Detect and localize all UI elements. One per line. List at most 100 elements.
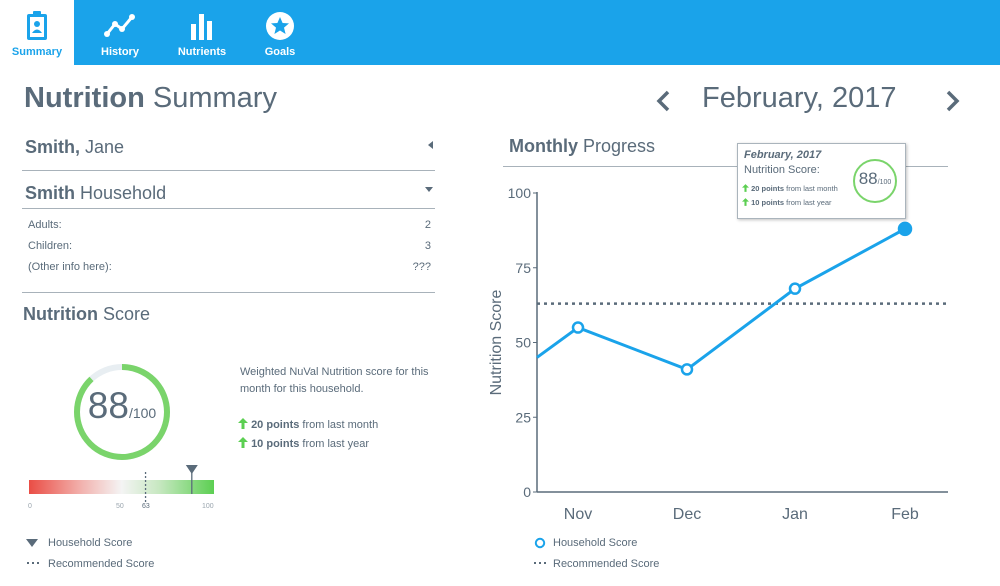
scale-tick-max: 100 (202, 503, 214, 510)
tooltip-delta-month-bold: 20 points (751, 184, 785, 193)
tab-label: History (101, 46, 139, 58)
household-triangle-icon (26, 539, 38, 547)
household-bold: Smith (25, 183, 76, 203)
x-tick-label: Jan (782, 506, 808, 523)
household-row-adults: Adults: 2 (28, 219, 431, 231)
row-label: (Other info here): (28, 261, 112, 273)
y-tick-label: 25 (515, 409, 531, 425)
page-title-bold: Nutrition (24, 82, 145, 114)
scale-tick-min: 0 (28, 503, 32, 510)
monthly-progress-heading: Monthly Progress (509, 136, 655, 157)
tooltip-delta-year-bold: 10 points (751, 198, 785, 207)
tooltip-delta-month-rest: from last month (784, 184, 838, 193)
tooltip-date: February, 2017 (744, 149, 822, 161)
score-description: Weighted NuVal Nutrition score for this … (240, 366, 429, 395)
household-circle-icon (534, 537, 546, 549)
delta-month: 20 points from last month (238, 418, 378, 431)
delta-month-bold: 20 points (251, 419, 300, 431)
divider (22, 170, 435, 171)
nutrition-score-heading: Nutrition Score (23, 304, 150, 325)
y-tick-label: 50 (515, 335, 531, 351)
data-point (571, 321, 585, 334)
tab-history[interactable]: History (84, 0, 156, 65)
tab-label: Goals (264, 46, 296, 58)
tooltip-delta-year: 10 points from last year (742, 198, 832, 207)
arrow-up-icon (742, 184, 749, 192)
caret-left-icon[interactable] (426, 140, 436, 150)
household-score-line (536, 227, 906, 372)
x-tick-label: Feb (891, 506, 919, 523)
household-name[interactable]: Smith Household (25, 183, 166, 204)
divider (22, 292, 435, 293)
person-first-name: Jane (80, 137, 125, 157)
arrow-up-icon (238, 437, 248, 448)
caret-down-icon[interactable] (424, 184, 434, 194)
clipboard-icon (27, 11, 47, 40)
row-value: ??? (412, 261, 431, 273)
data-point (897, 221, 913, 237)
x-tick-label: Nov (564, 506, 592, 523)
page-title-rest: Summary (144, 82, 277, 114)
tab-summary[interactable]: Summary (0, 0, 74, 65)
heading-rest: Progress (578, 136, 656, 156)
tab-label: Nutrients (177, 46, 227, 58)
legend-recommended-label: Recommended Score (553, 558, 660, 570)
person-name[interactable]: Smith, Jane (25, 137, 124, 158)
heading-bold: Monthly (509, 136, 578, 156)
row-label: Children: (28, 240, 73, 252)
data-point (680, 363, 694, 376)
chevron-right-icon[interactable] (940, 86, 964, 116)
tooltip-score-value: 88/100 (852, 169, 898, 189)
data-point (788, 282, 802, 295)
tooltip-delta-year-rest: from last year (784, 198, 832, 207)
legend-household-label: Household Score (48, 537, 133, 549)
row-label: Adults: (28, 219, 62, 231)
divider (22, 208, 435, 209)
tab-goals[interactable]: Goals (244, 0, 316, 65)
line-chart-icon (104, 14, 135, 37)
chevron-left-icon[interactable] (652, 86, 676, 116)
scale-markers (144, 465, 198, 502)
score-out-of: /100 (128, 405, 157, 421)
delta-year-rest: from last year (299, 438, 370, 450)
star-badge-icon (266, 12, 294, 40)
household-marker (185, 465, 198, 494)
arrow-up-icon (238, 418, 248, 429)
page-title: Nutrition Summary (24, 82, 277, 115)
tooltip-delta-month: 20 points from last month (742, 184, 838, 193)
bar-chart-icon (191, 14, 212, 40)
current-month: February, 2017 (702, 82, 897, 114)
y-axis-label: Nutrition Score (488, 289, 505, 395)
recommended-dots-icon (27, 562, 41, 564)
scale-tick-mid: 50 (116, 503, 124, 510)
delta-month-rest: from last month (299, 419, 379, 431)
chart-tooltip: February, 2017 Nutrition Score: 20 point… (737, 143, 906, 219)
tab-nutrients[interactable]: Nutrients (166, 0, 238, 65)
scale-tick-recommended: 63 (142, 503, 150, 510)
household-rest: Household (75, 183, 167, 203)
tooltip-label: Nutrition Score: (744, 164, 820, 176)
tooltip-score-out-of: /100 (877, 179, 892, 186)
top-nav-bar: Summary History Nutrients Goals (0, 0, 1000, 65)
heading-rest: Score (97, 304, 151, 324)
score-number: 88 (87, 385, 129, 426)
row-value: 2 (424, 219, 431, 231)
household-row-children: Children: 3 (28, 240, 431, 252)
heading-bold: Nutrition (23, 304, 98, 324)
y-tick-label: 75 (515, 260, 531, 276)
monthly-progress-chart: 0 25 50 75 100 Nutrition Score Nov Dec Jan Feb (488, 185, 948, 523)
x-tick-label: Dec (673, 506, 701, 523)
legend-household-label: Household Score (553, 537, 638, 549)
score-value: 88/100 (72, 385, 172, 427)
tooltip-score-number: 88 (858, 169, 878, 188)
person-last-name: Smith, (25, 137, 81, 157)
arrow-up-icon (742, 198, 749, 206)
y-tick-label: 100 (508, 185, 532, 201)
recommended-dots-icon (534, 562, 548, 564)
tab-label: Summary (11, 46, 63, 58)
row-value: 3 (424, 240, 431, 252)
y-tick-label: 0 (523, 484, 531, 500)
household-row-other: (Other info here): ??? (28, 261, 431, 273)
delta-year-bold: 10 points (251, 438, 300, 450)
legend-recommended-label: Recommended Score (48, 558, 155, 570)
